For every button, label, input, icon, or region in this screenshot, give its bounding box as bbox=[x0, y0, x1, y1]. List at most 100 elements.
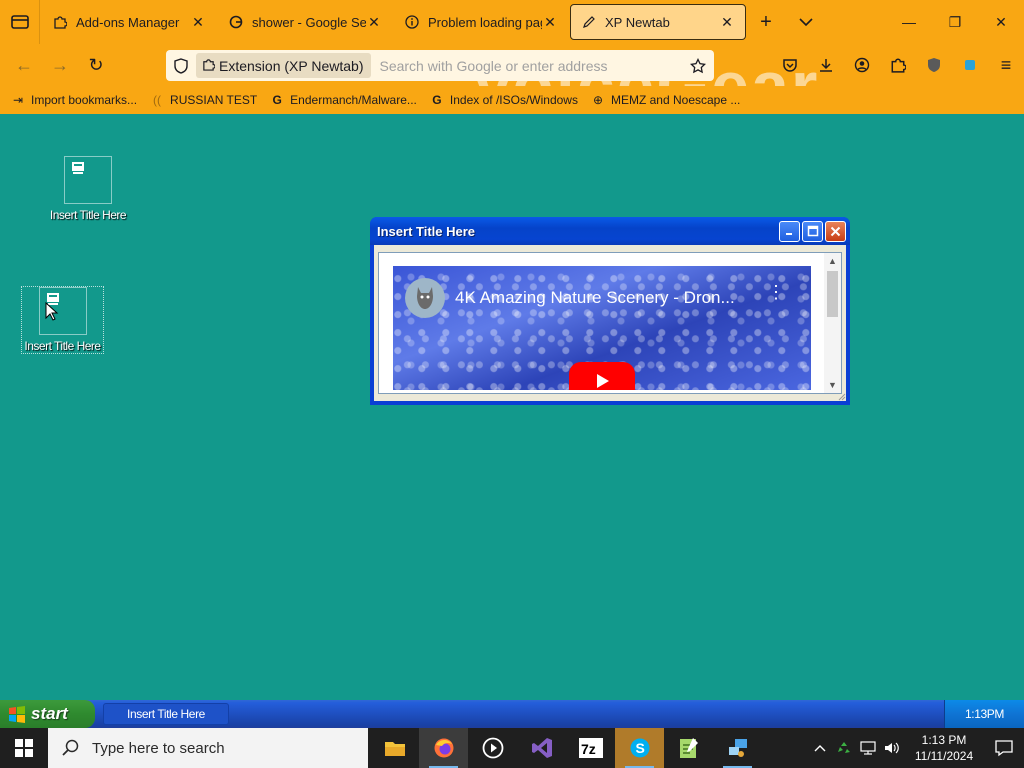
bookmark-endermanch[interactable]: G Endermanch/Malware... bbox=[269, 92, 417, 108]
tab-addons-manager[interactable]: Add-ons Manager ✕ bbox=[42, 4, 216, 40]
account-icon bbox=[854, 57, 870, 73]
window-body: 4K Amazing Nature Scenery - Dron... ⋮ ▲ … bbox=[374, 245, 846, 401]
pencil-icon bbox=[581, 14, 597, 30]
close-icon[interactable]: ✕ bbox=[542, 14, 558, 30]
xp-window[interactable]: Insert Title Here 4K Amazing Nature Scen… bbox=[370, 217, 850, 405]
network-app-icon bbox=[728, 739, 747, 757]
desktop-icon-2[interactable]: Insert Title Here bbox=[21, 286, 104, 354]
tab-xp-newtab[interactable]: XP Newtab ✕ bbox=[570, 4, 746, 40]
tab-problem-loading[interactable]: Problem loading page ✕ bbox=[394, 4, 568, 40]
window-minimize-button[interactable] bbox=[779, 220, 800, 242]
channel-avatar[interactable] bbox=[405, 278, 445, 318]
notification-icon bbox=[995, 740, 1013, 757]
xp-start-button[interactable]: start bbox=[0, 700, 95, 728]
identity-label: Extension (XP Newtab) bbox=[219, 57, 364, 74]
firefox-view-button[interactable] bbox=[0, 0, 40, 44]
visual-studio-icon bbox=[531, 738, 552, 758]
taskbar-firefox[interactable] bbox=[419, 728, 468, 768]
restore-button[interactable]: ❐ bbox=[932, 0, 978, 44]
list-all-tabs-button[interactable] bbox=[786, 4, 826, 40]
action-center-button[interactable] bbox=[984, 728, 1024, 768]
hamburger-icon: ≡ bbox=[1000, 54, 1012, 75]
taskbar-visual-studio[interactable] bbox=[517, 728, 566, 768]
taskbar-notepad[interactable] bbox=[664, 728, 713, 768]
minimize-button[interactable]: — bbox=[886, 0, 932, 44]
url-bar[interactable]: Extension (XP Newtab) bbox=[166, 50, 714, 81]
xp-clock[interactable]: 1:13PM bbox=[965, 707, 1004, 721]
desktop-icon-1[interactable]: Insert Title Here bbox=[43, 156, 133, 222]
play-button[interactable] bbox=[569, 362, 635, 390]
scroll-thumb[interactable] bbox=[827, 271, 838, 317]
tab-bar: Add-ons Manager ✕ shower - Google Search… bbox=[0, 0, 1024, 44]
taskbar-clock[interactable]: 1:13 PM 11/11/2024 bbox=[908, 732, 980, 764]
minimize-icon bbox=[785, 233, 792, 235]
media-player-icon bbox=[482, 737, 503, 759]
identity-box[interactable]: Extension (XP Newtab) bbox=[196, 53, 372, 78]
ublock-button[interactable] bbox=[916, 49, 952, 81]
window-titlebar[interactable]: Insert Title Here bbox=[370, 217, 850, 245]
close-icon[interactable]: ✕ bbox=[366, 14, 382, 30]
downloads-button[interactable] bbox=[808, 49, 844, 81]
reload-icon: ↻ bbox=[88, 54, 104, 75]
pocket-icon bbox=[783, 59, 797, 72]
taskbar-search-box[interactable]: Type here to search bbox=[48, 728, 368, 768]
bookmark-star-icon[interactable] bbox=[682, 57, 714, 74]
firefox-icon bbox=[434, 738, 453, 758]
tray-network-icon[interactable] bbox=[856, 728, 880, 768]
window-close-button[interactable] bbox=[825, 220, 846, 242]
tray-recycle-icon[interactable] bbox=[832, 728, 856, 768]
bookmark-memz[interactable]: ⊕ MEMZ and Noescape ... bbox=[590, 92, 740, 108]
scroll-up-icon[interactable]: ▲ bbox=[824, 253, 841, 269]
youtube-video-embed[interactable]: 4K Amazing Nature Scenery - Dron... ⋮ bbox=[393, 266, 811, 390]
clock-time: 1:13 PM bbox=[921, 733, 967, 747]
window-maximize-button[interactable] bbox=[802, 220, 823, 242]
toolbar-right: ≡ bbox=[772, 44, 1024, 86]
bookmarks-toolbar: ⇥ Import bookmarks... (( RUSSIAN TEST G … bbox=[0, 86, 1024, 114]
back-button[interactable]: ← bbox=[6, 49, 42, 81]
skype-icon: S bbox=[630, 738, 649, 758]
address-input[interactable] bbox=[371, 57, 682, 74]
show-hidden-icons-button[interactable] bbox=[808, 728, 832, 768]
chevron-up-icon bbox=[814, 745, 826, 752]
maximize-icon bbox=[807, 225, 818, 237]
restore-icon: ❐ bbox=[948, 13, 962, 30]
video-title[interactable]: 4K Amazing Nature Scenery - Dron... bbox=[455, 288, 735, 308]
account-button[interactable] bbox=[844, 49, 880, 81]
firefox-view-icon bbox=[10, 15, 29, 29]
google-icon: G bbox=[272, 93, 282, 107]
extension-2-button[interactable] bbox=[952, 49, 988, 81]
window-controls: — ❐ ✕ bbox=[886, 0, 1024, 44]
back-arrow-icon: ← bbox=[15, 54, 33, 75]
forward-button[interactable]: → bbox=[42, 49, 78, 81]
shield-icon[interactable] bbox=[166, 57, 196, 74]
bookmark-isos-index[interactable]: G Index of /ISOs/Windows bbox=[429, 92, 578, 108]
resize-grip-icon[interactable] bbox=[836, 391, 846, 401]
new-tab-button[interactable]: + bbox=[746, 4, 786, 40]
minimize-icon: — bbox=[902, 14, 916, 30]
bookmark-import[interactable]: ⇥ Import bookmarks... bbox=[10, 92, 137, 108]
chevron-down-icon bbox=[799, 18, 813, 27]
close-icon[interactable]: ✕ bbox=[190, 14, 206, 30]
close-icon[interactable]: ✕ bbox=[719, 14, 735, 30]
taskbar-network-app[interactable] bbox=[713, 728, 762, 768]
taskbar-7zip[interactable]: 7z bbox=[566, 728, 615, 768]
menu-button[interactable]: ≡ bbox=[988, 49, 1024, 81]
pocket-button[interactable] bbox=[772, 49, 808, 81]
tray-volume-icon[interactable] bbox=[880, 728, 904, 768]
taskbar-media-player[interactable] bbox=[468, 728, 517, 768]
start-label: start bbox=[31, 704, 68, 723]
reload-button[interactable]: ↻ bbox=[78, 49, 114, 81]
vertical-scrollbar[interactable]: ▲ ▼ bbox=[824, 253, 841, 393]
taskbar-file-explorer[interactable] bbox=[370, 728, 419, 768]
close-window-button[interactable]: ✕ bbox=[978, 0, 1024, 44]
7zip-icon: 7z bbox=[578, 738, 603, 758]
windows-start-button[interactable] bbox=[0, 728, 48, 768]
puzzle-icon bbox=[52, 14, 68, 30]
taskbar-apps: 7z S bbox=[370, 728, 762, 768]
extensions-button[interactable] bbox=[880, 49, 916, 81]
bookmark-russian-test[interactable]: (( RUSSIAN TEST bbox=[149, 92, 257, 108]
tab-google-search[interactable]: shower - Google Search ✕ bbox=[218, 4, 392, 40]
more-options-icon[interactable]: ⋮ bbox=[767, 283, 785, 301]
taskbar-skype[interactable]: S bbox=[615, 728, 664, 768]
xp-taskbar-window-button[interactable]: Insert Title Here bbox=[103, 703, 229, 725]
